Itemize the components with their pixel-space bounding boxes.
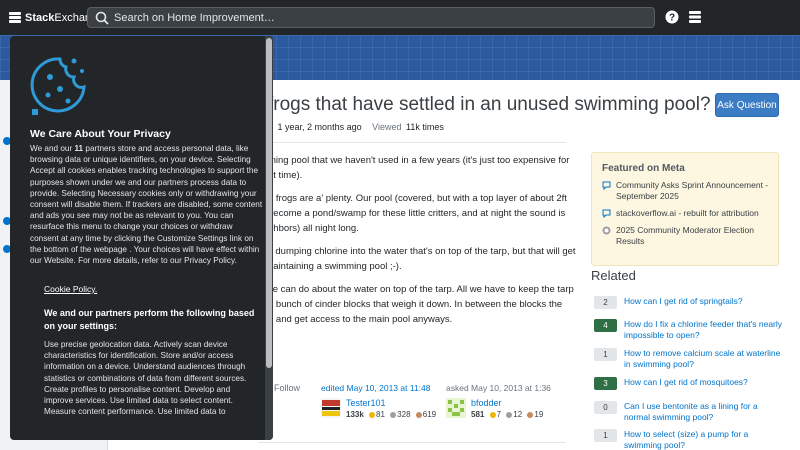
gold-badge-icon: [369, 412, 376, 418]
featured-heading: Featured on Meta: [602, 163, 685, 174]
svg-text:?: ?: [669, 13, 675, 24]
owner-signature: asked May 10, 2013 at 1:36 bfodder 581 7…: [446, 383, 551, 419]
gold-badge-icon: [489, 412, 496, 418]
site-switcher-icon[interactable]: [688, 10, 702, 24]
answer-count: 2: [594, 296, 617, 309]
modified-time: 1 year, 2 months ago: [277, 122, 362, 132]
cookie-intro-text: We and our 11 partners store and access …: [30, 144, 263, 266]
meta-item[interactable]: stackoverflow.ai - rebuilt for attributi…: [602, 208, 772, 219]
asked-time: asked May 10, 2013 at 1:36: [446, 383, 551, 393]
featured-on-meta: Featured on Meta Community Asks Sprint A…: [591, 152, 779, 266]
ask-question-button[interactable]: Ask Question: [715, 93, 779, 117]
scrollbar-thumb[interactable]: [266, 38, 272, 368]
follow-button[interactable]: Follow: [274, 383, 300, 393]
avatar[interactable]: [446, 398, 466, 418]
cookie-icon: [30, 57, 86, 115]
related-item[interactable]: 1 How to select (size) a pump for a swim…: [594, 429, 784, 450]
user-name[interactable]: Tester101: [346, 398, 436, 408]
related-item[interactable]: 1 How to remove calcium scale at waterli…: [594, 348, 784, 370]
stackexchange-meta-icon: [602, 226, 611, 235]
related-item[interactable]: 2 How can I get rid of springtails?: [594, 296, 784, 309]
meta-item[interactable]: Community Asks Sprint Announcement - Sep…: [602, 180, 772, 202]
bronze-badge-icon: [415, 412, 422, 418]
silver-badge-icon: [506, 412, 513, 418]
silver-badge-icon: [390, 412, 397, 418]
cookie-consent-dialog: We Care About Your Privacy We and our 11…: [10, 36, 273, 440]
related-item[interactable]: 4 How do I fix a chlorine feeder that's …: [594, 319, 784, 341]
meta-item[interactable]: 2025 Community Moderator Election Result…: [602, 225, 772, 247]
answer-count-accepted: 3: [594, 377, 617, 390]
reputation: 581 7 12 19: [471, 410, 544, 419]
chat-bubble-icon: [602, 209, 611, 218]
question-paragraph: e frogs are a' plenty. Our pool (covered…: [268, 193, 567, 234]
chat-bubble-icon: [602, 181, 611, 190]
view-count: 11k times: [405, 122, 444, 132]
answer-count: 0: [594, 401, 617, 414]
related-item[interactable]: 0 Can I use bentonite as a lining for a …: [594, 401, 784, 423]
reputation: 133k 81 328 619: [346, 410, 437, 419]
help-icon[interactable]: ?: [665, 10, 679, 24]
stackexchange-logo-icon: [9, 11, 21, 24]
divider: [258, 142, 566, 143]
edited-link[interactable]: edited May 10, 2013 at 11:48: [321, 383, 436, 393]
question-meta: d 1 year, 2 months ago Viewed 11k times: [268, 122, 444, 132]
avatar[interactable]: [321, 398, 341, 418]
editor-signature: edited May 10, 2013 at 11:48 Tester101 1…: [321, 383, 436, 419]
related-item[interactable]: 3 How can I get rid of mosquitoes?: [594, 377, 784, 390]
search-icon: [95, 11, 109, 25]
divider: [258, 442, 566, 443]
answer-count: 1: [594, 348, 617, 361]
purposes-heading: We and our partners perform the followin…: [44, 308, 255, 331]
question-paragraph: ming pool that we haven't used in a few …: [268, 155, 570, 181]
answer-count-accepted: 4: [594, 319, 617, 332]
cookie-dialog-scrollbar[interactable]: [265, 36, 273, 440]
purposes-text: Use precise geolocation data. Actively s…: [44, 340, 247, 417]
cookie-dialog-title: We Care About Your Privacy: [30, 128, 171, 140]
question-paragraph: y dumping chlorine into the water that's…: [268, 246, 576, 272]
bronze-badge-icon: [527, 412, 534, 418]
related-heading: Related: [591, 268, 636, 283]
cookie-policy-link[interactable]: Cookie Policy.: [44, 284, 97, 294]
top-bar: StackExchange ?: [0, 0, 800, 35]
user-name[interactable]: bfodder: [471, 398, 543, 408]
search-box[interactable]: [87, 7, 655, 28]
question-paragraph: ve can do about the water on top of the …: [268, 284, 574, 325]
search-input[interactable]: [114, 11, 644, 24]
question-title[interactable]: frogs that have settled in an unused swi…: [268, 94, 711, 116]
answer-count: 1: [594, 429, 617, 442]
